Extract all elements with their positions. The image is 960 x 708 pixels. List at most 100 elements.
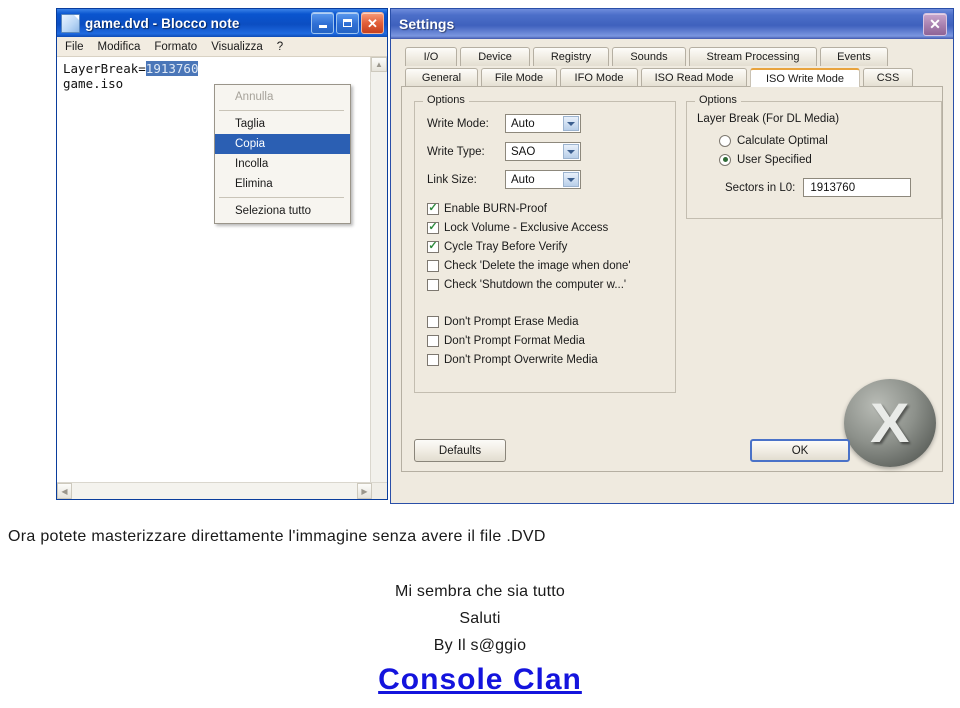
- checkbox-no-prompt-format[interactable]: Don't Prompt Format Media: [427, 331, 675, 350]
- menu-item-formato[interactable]: Formato: [154, 41, 197, 53]
- sectors-row: Sectors in L0: 1913760: [725, 178, 941, 197]
- context-menu-item-taglia[interactable]: Taglia: [215, 114, 350, 134]
- tab-general[interactable]: General: [405, 68, 478, 87]
- horizontal-scroll-track[interactable]: [72, 483, 357, 499]
- context-menu-item-incolla[interactable]: Incolla: [215, 154, 350, 174]
- notepad-horizontal-scrollbar[interactable]: ◀ ▶: [57, 482, 387, 499]
- menu-item-file[interactable]: File: [65, 41, 84, 53]
- notepad-window-controls: ✕: [311, 12, 384, 34]
- checkbox-check-shutdown[interactable]: Check 'Shutdown the computer w...': [427, 275, 675, 294]
- check-icon: ✓: [428, 201, 438, 214]
- write-type-label: Write Type:: [427, 145, 485, 158]
- lower-checkbox-list: Don't Prompt Erase Media Don't Prompt Fo…: [427, 312, 675, 369]
- checkbox-enable-burn-proof[interactable]: ✓ Enable BURN-Proof: [427, 199, 675, 218]
- notepad-title-text: game.dvd - Blocco note: [85, 15, 240, 31]
- chevron-down-icon[interactable]: [563, 172, 579, 187]
- upper-checkbox-list: ✓ Enable BURN-Proof ✓ Lock Volume - Excl…: [427, 199, 675, 294]
- tab-device[interactable]: Device: [460, 47, 530, 66]
- chevron-down-icon[interactable]: [563, 116, 579, 131]
- checkbox-icon[interactable]: [427, 353, 439, 366]
- context-menu-item-seleziona-tutto[interactable]: Seleziona tutto: [215, 201, 350, 221]
- tab-iso-read-mode[interactable]: ISO Read Mode: [641, 68, 747, 87]
- settings-title-text: Settings: [399, 16, 455, 32]
- notepad-vertical-scrollbar[interactable]: ▲ ▼: [370, 57, 387, 499]
- notepad-context-menu[interactable]: Annulla Taglia Copia Incolla Elimina Sel…: [214, 84, 351, 224]
- radio-icon[interactable]: [719, 134, 731, 147]
- menu-item-help[interactable]: ?: [277, 41, 283, 53]
- checkbox-cycle-tray[interactable]: ✓ Cycle Tray Before Verify: [427, 237, 675, 256]
- checkbox-no-prompt-erase[interactable]: Don't Prompt Erase Media: [427, 312, 675, 331]
- tab-file-mode[interactable]: File Mode: [481, 68, 557, 87]
- layer-break-heading: Layer Break (For DL Media): [697, 113, 840, 125]
- radio-user-specified[interactable]: User Specified: [719, 150, 941, 169]
- settings-title-bar[interactable]: Settings ✕: [391, 9, 953, 39]
- checkbox-icon[interactable]: ✓: [427, 240, 439, 253]
- checkbox-lock-volume[interactable]: ✓ Lock Volume - Exclusive Access: [427, 218, 675, 237]
- checkbox-label: Check 'Shutdown the computer w...': [444, 278, 627, 291]
- settings-window[interactable]: Settings ✕ I/O Device Registry Sounds St…: [390, 8, 954, 504]
- context-menu-separator: [219, 110, 344, 111]
- menu-item-modifica[interactable]: Modifica: [98, 41, 141, 53]
- link-size-select[interactable]: Auto: [505, 170, 581, 189]
- checkbox-icon[interactable]: [427, 278, 439, 291]
- settings-client-area: I/O Device Registry Sounds Stream Proces…: [391, 39, 953, 503]
- layerbreak-key: LayerBreak=: [63, 61, 146, 76]
- settings-close-button[interactable]: ✕: [923, 13, 947, 36]
- checkbox-label: Cycle Tray Before Verify: [444, 240, 568, 253]
- scroll-up-icon[interactable]: ▲: [371, 57, 387, 72]
- maximize-button[interactable]: [336, 12, 359, 34]
- caption-line-4: By Il s@ggio: [433, 637, 527, 654]
- console-clan-link[interactable]: Console Clan: [0, 663, 960, 697]
- caption-line-1: Ora potete masterizzare direttamente l'i…: [8, 528, 546, 545]
- checkbox-label: Enable BURN-Proof: [444, 202, 547, 215]
- close-icon: ✕: [929, 16, 941, 32]
- notepad-window[interactable]: game.dvd - Blocco note ✕ File Modifica F…: [56, 8, 388, 500]
- tab-iso-write-mode[interactable]: ISO Write Mode: [750, 68, 860, 87]
- notepad-menu-bar: File Modifica Formato Visualizza ?: [57, 37, 387, 57]
- tab-events[interactable]: Events: [820, 47, 888, 66]
- checkbox-check-delete-image[interactable]: Check 'Delete the image when done': [427, 256, 675, 275]
- chevron-down-icon[interactable]: [563, 144, 579, 159]
- close-button[interactable]: ✕: [361, 12, 384, 34]
- menu-item-visualizza[interactable]: Visualizza: [211, 41, 263, 53]
- write-type-value: SAO: [511, 145, 536, 158]
- checkbox-icon[interactable]: ✓: [427, 221, 439, 234]
- radio-label: Calculate Optimal: [737, 134, 828, 147]
- checkbox-icon[interactable]: [427, 259, 439, 272]
- checkbox-icon[interactable]: [427, 334, 439, 347]
- xbox-watermark-icon: X: [844, 379, 936, 467]
- scroll-right-icon[interactable]: ▶: [357, 483, 372, 499]
- tab-sounds[interactable]: Sounds: [612, 47, 686, 66]
- write-options-group: Options Write Mode: Auto Write Type: SAO: [414, 94, 676, 393]
- notepad-title-bar[interactable]: game.dvd - Blocco note ✕: [57, 9, 387, 37]
- checkbox-label: Don't Prompt Overwrite Media: [444, 353, 598, 366]
- sectors-in-l0-input[interactable]: 1913760: [803, 178, 912, 197]
- tab-stream-processing[interactable]: Stream Processing: [689, 47, 817, 66]
- tab-io[interactable]: I/O: [405, 47, 457, 66]
- write-options-legend: Options: [423, 94, 469, 106]
- write-mode-select[interactable]: Auto: [505, 114, 581, 133]
- checkbox-icon[interactable]: [427, 315, 439, 328]
- checkbox-label: Check 'Delete the image when done': [444, 259, 631, 272]
- radio-icon[interactable]: [719, 153, 731, 166]
- link-size-value: Auto: [511, 173, 535, 186]
- resize-grip[interactable]: [372, 483, 387, 499]
- write-type-select[interactable]: SAO: [505, 142, 581, 161]
- caption-line-2: Mi sembra che sia tutto: [395, 583, 565, 600]
- context-menu-item-elimina[interactable]: Elimina: [215, 174, 350, 194]
- tab-registry[interactable]: Registry: [533, 47, 609, 66]
- radio-calculate-optimal[interactable]: Calculate Optimal: [719, 131, 941, 150]
- scroll-left-icon[interactable]: ◀: [57, 483, 72, 499]
- minimize-button[interactable]: [311, 12, 334, 34]
- checkbox-icon[interactable]: ✓: [427, 201, 439, 215]
- checkbox-no-prompt-overwrite[interactable]: Don't Prompt Overwrite Media: [427, 350, 675, 369]
- ok-button[interactable]: OK: [750, 439, 850, 462]
- layerbreak-selected-value[interactable]: 1913760: [145, 61, 199, 76]
- link-size-label: Link Size:: [427, 173, 477, 186]
- tab-ifo-mode[interactable]: IFO Mode: [560, 68, 638, 87]
- tab-css[interactable]: CSS: [863, 68, 913, 87]
- context-menu-item-copia[interactable]: Copia: [215, 134, 350, 154]
- defaults-button[interactable]: Defaults: [414, 439, 506, 462]
- layer-break-group: Options Layer Break (For DL Media) Calcu…: [686, 94, 942, 219]
- write-type-row: Write Type: SAO: [427, 142, 675, 161]
